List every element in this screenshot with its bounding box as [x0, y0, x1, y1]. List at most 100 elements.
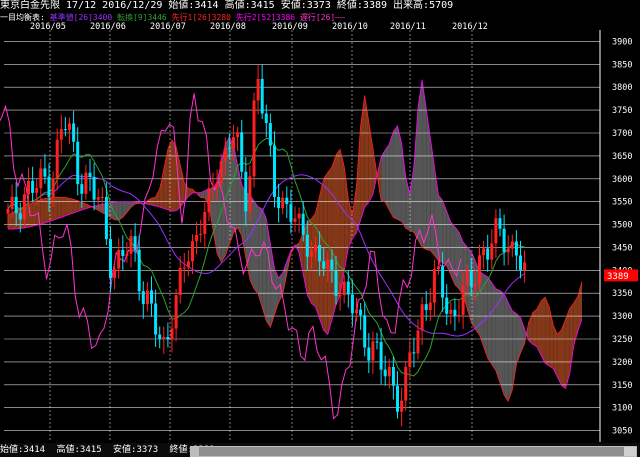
candle-body	[76, 141, 80, 185]
candle	[43, 154, 47, 184]
candle	[72, 110, 76, 153]
candle	[182, 252, 186, 283]
candle	[240, 119, 244, 179]
candle-body	[182, 267, 186, 269]
candle	[510, 234, 514, 258]
candle-body	[510, 241, 514, 249]
candle-body	[55, 139, 59, 179]
y-tick-label: 3100	[612, 404, 632, 414]
legend-base-line: 基準値[26]3400	[49, 13, 113, 22]
x-tick-label: 2016/05	[30, 22, 66, 32]
scroll-thumb[interactable]	[624, 447, 636, 456]
candle	[297, 207, 301, 233]
candle	[486, 234, 490, 272]
cloud-segment	[545, 297, 550, 366]
cloud-segment	[159, 169, 164, 209]
open-label: 始値:	[168, 0, 195, 11]
candle	[482, 240, 486, 269]
cloud-segment	[40, 198, 45, 225]
candle	[457, 300, 461, 323]
cloud-segment	[508, 302, 513, 402]
candle	[379, 328, 383, 385]
legend-lagging: 遅行[26]	[299, 13, 336, 22]
horizontal-scrollbar[interactable]	[190, 446, 637, 457]
candle	[293, 206, 297, 232]
candle	[129, 229, 133, 268]
candle	[186, 250, 190, 277]
candle	[133, 223, 137, 262]
candle-body	[482, 248, 486, 256]
candle	[420, 297, 424, 345]
candle-body	[72, 123, 76, 142]
candle-body	[244, 171, 248, 212]
candle-body	[502, 228, 506, 253]
candle-body	[260, 78, 264, 114]
candle-body	[432, 269, 436, 303]
candle-body	[121, 249, 125, 257]
candle	[145, 281, 149, 312]
candle-body	[449, 309, 453, 314]
y-tick-label: 3550	[612, 198, 632, 208]
y-tick-label: 3250	[612, 335, 632, 345]
cloud-segment	[430, 137, 435, 256]
candle-body	[523, 262, 527, 270]
candle	[285, 186, 289, 219]
high-label: 高値:	[224, 0, 251, 11]
candle	[273, 131, 276, 208]
cloud-segment	[126, 201, 131, 213]
candle	[412, 337, 416, 368]
candle-body	[441, 266, 445, 298]
candle	[63, 117, 67, 137]
y-tick-label: 3900	[612, 37, 632, 47]
cloud-segment	[413, 107, 418, 240]
candle-body	[408, 352, 412, 367]
status-low: 安値:3373	[113, 445, 159, 455]
cloud-segment	[53, 197, 58, 221]
cloud-segment	[61, 197, 66, 218]
candle-body	[223, 148, 227, 162]
y-tick-label: 3800	[612, 83, 632, 93]
x-tick-label: 2016/10	[332, 22, 368, 32]
x-tick-label: 2016/12	[452, 22, 488, 32]
candle	[391, 356, 395, 400]
x-tick-label: 2016/06	[90, 22, 126, 32]
candle	[449, 302, 453, 325]
candle-body	[355, 309, 358, 314]
status-open: 始値:3414	[0, 445, 46, 455]
cloud-segment	[32, 200, 37, 227]
candle	[260, 64, 264, 120]
candle-body	[158, 334, 162, 340]
cloud-segment	[180, 164, 185, 208]
candle-body	[342, 281, 346, 296]
candle-body	[92, 176, 96, 200]
candle	[92, 162, 96, 211]
y-tick-label: 3650	[612, 152, 632, 162]
candle-body	[322, 261, 326, 269]
candle-body	[469, 270, 473, 287]
candle-body	[293, 218, 297, 222]
status-high: 高値:3415	[56, 445, 102, 455]
candle-body	[457, 314, 461, 317]
candle-body	[31, 180, 35, 193]
candle-body	[215, 182, 219, 187]
chart-header: 東京白金先限 17/12 2016/12/29 始値:3414 高値:3415 …	[0, 0, 640, 12]
candle-body	[84, 172, 88, 194]
candle-body	[273, 145, 276, 197]
cloud-segment	[454, 226, 459, 289]
candle	[191, 234, 194, 274]
contract-month: 17/12	[66, 0, 97, 11]
candle	[150, 276, 153, 317]
candle	[387, 358, 391, 389]
scroll-left-button[interactable]	[191, 447, 199, 456]
candle-body	[465, 270, 469, 285]
candle-body	[330, 259, 334, 271]
y-tick-label: 3350	[612, 289, 632, 299]
candle-body	[314, 245, 317, 251]
candle-body	[6, 208, 10, 214]
candle-body	[174, 295, 178, 329]
candle-body	[375, 341, 379, 343]
candle-body	[363, 315, 367, 348]
candle	[445, 284, 449, 326]
legend-span-a: 先行1[26]3280	[171, 13, 231, 22]
cloud-segment	[381, 149, 386, 203]
